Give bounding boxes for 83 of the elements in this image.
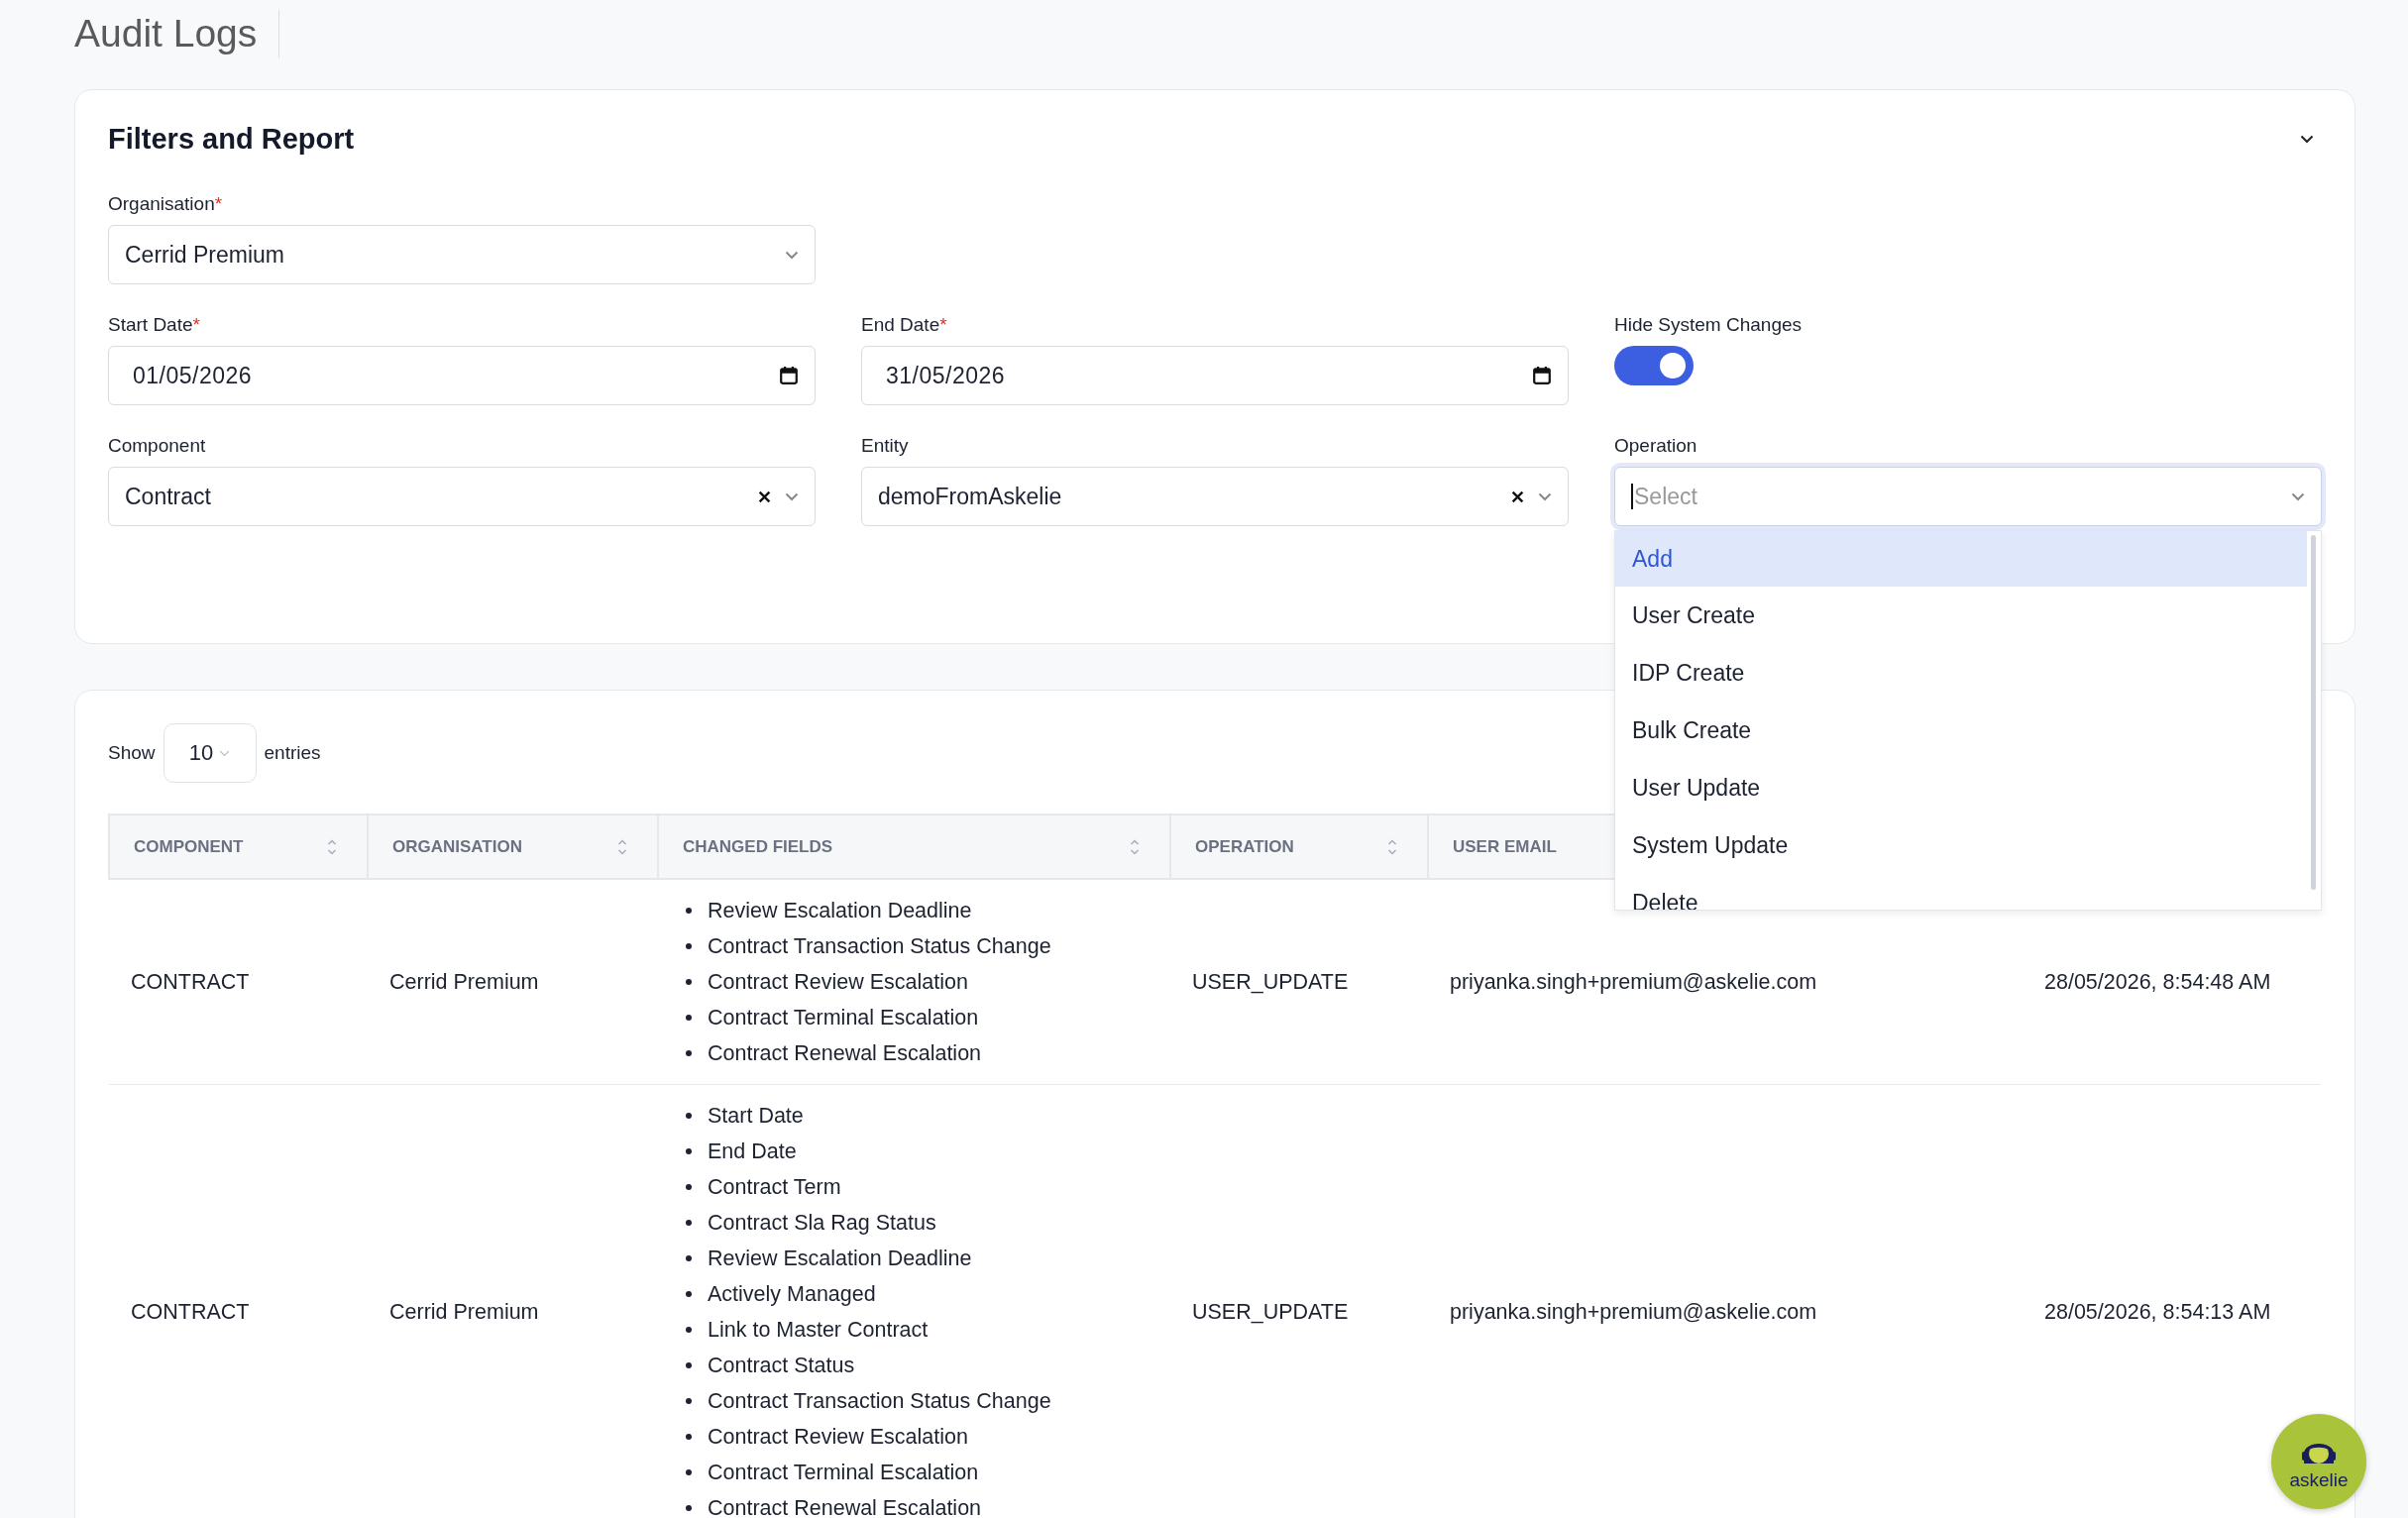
bullet-icon bbox=[686, 908, 692, 914]
calendar-icon[interactable] bbox=[779, 366, 799, 385]
table-cell: priyanka.singh+premium@askelie.com bbox=[1450, 969, 1817, 994]
column-header[interactable]: CHANGED FIELDS bbox=[658, 814, 1170, 879]
changed-field: Review Escalation Deadline bbox=[708, 1246, 972, 1271]
bullet-icon bbox=[686, 1015, 692, 1021]
changed-field: Contract Review Escalation bbox=[708, 969, 968, 995]
card-title: Filters and Report bbox=[108, 122, 355, 156]
changed-field: Link to Master Contract bbox=[708, 1317, 929, 1343]
changed-field: Review Escalation Deadline bbox=[708, 898, 972, 923]
changed-field: Contract Review Escalation bbox=[708, 1424, 968, 1450]
field-label: Start Date* bbox=[108, 314, 201, 337]
changed-field: Contract Renewal Escalation bbox=[708, 1040, 982, 1066]
changed-field: Contract Term bbox=[708, 1174, 841, 1200]
dropdown-option[interactable]: Add bbox=[1615, 531, 2307, 587]
field-label: Organisation* bbox=[108, 193, 224, 216]
chevron-icon bbox=[785, 250, 799, 260]
changed-field: End Date bbox=[708, 1138, 797, 1164]
changed-field: Contract Terminal Escalation bbox=[708, 1460, 979, 1485]
table-cell: 28/05/2026, 8:54:13 AM bbox=[2044, 1299, 2271, 1324]
entries-label: entries bbox=[264, 742, 321, 764]
chevron-icon bbox=[2291, 491, 2305, 501]
changed-field: Contract Sla Rag Status bbox=[708, 1210, 936, 1236]
column-header[interactable]: COMPONENT bbox=[109, 814, 368, 879]
bullet-icon bbox=[686, 1184, 692, 1190]
entries-select[interactable]: 10 bbox=[163, 723, 257, 783]
changed-field: Contract Renewal Escalation bbox=[708, 1495, 982, 1518]
chevron-icon bbox=[1538, 491, 1552, 501]
bullet-icon bbox=[686, 1255, 692, 1261]
dropdown-option[interactable]: Bulk Create bbox=[1615, 702, 2307, 759]
table-cell: Cerrid Premium bbox=[389, 969, 539, 994]
field-label: Operation bbox=[1614, 435, 1698, 458]
chevron-icon[interactable] bbox=[2300, 134, 2314, 144]
dropdown-option[interactable]: System Update bbox=[1615, 816, 2307, 874]
bullet-icon bbox=[686, 1050, 692, 1056]
dropdown-option[interactable]: IDP Create bbox=[1615, 644, 2307, 702]
changed-field: Contract Transaction Status Change bbox=[708, 933, 1051, 959]
chevron-icon bbox=[219, 749, 231, 757]
changed-field: Contract Status bbox=[708, 1353, 855, 1378]
table-cell: 28/05/2026, 8:54:48 AM bbox=[2044, 969, 2271, 994]
bullet-icon bbox=[686, 1291, 692, 1297]
clear-icon[interactable] bbox=[1511, 489, 1524, 503]
table-cell: CONTRACT bbox=[131, 1299, 250, 1324]
dropdown-option[interactable]: User Update bbox=[1615, 759, 2307, 816]
select-field[interactable]: Contract bbox=[108, 467, 816, 526]
date-field[interactable]: 01/05/2026 bbox=[108, 346, 816, 405]
table-cell: USER_UPDATE bbox=[1192, 969, 1349, 994]
bullet-icon bbox=[686, 1148, 692, 1154]
table-cell: Cerrid Premium bbox=[389, 1299, 539, 1324]
field-label: Component bbox=[108, 435, 207, 458]
bullet-icon bbox=[686, 1113, 692, 1119]
table-cell: CONTRACT bbox=[131, 969, 250, 994]
page-title: Audit Logs bbox=[74, 12, 258, 55]
dropdown-option[interactable]: User Create bbox=[1615, 587, 2307, 644]
bullet-icon bbox=[686, 1362, 692, 1368]
field-label: End Date* bbox=[861, 314, 948, 337]
table-cell: USER_UPDATE bbox=[1192, 1299, 1349, 1324]
changed-field: Start Date bbox=[708, 1103, 804, 1129]
bullet-icon bbox=[686, 1469, 692, 1475]
bullet-icon bbox=[686, 1505, 692, 1511]
date-field[interactable]: 31/05/2026 bbox=[861, 346, 1569, 405]
changed-field: Contract Transaction Status Change bbox=[708, 1388, 1051, 1414]
select-field[interactable]: Cerrid Premium bbox=[108, 225, 816, 284]
dropdown-option[interactable]: Delete bbox=[1615, 874, 2307, 910]
column-header[interactable]: OPERATION bbox=[1170, 814, 1428, 879]
bullet-icon bbox=[686, 979, 692, 985]
bullet-icon bbox=[686, 943, 692, 949]
changed-field: Actively Managed bbox=[708, 1281, 876, 1307]
show-label: Show bbox=[108, 742, 156, 764]
table-cell: priyanka.singh+premium@askelie.com bbox=[1450, 1299, 1817, 1324]
select-field[interactable]: demoFromAskelie bbox=[861, 467, 1569, 526]
column-header[interactable]: ORGANISATION bbox=[368, 814, 658, 879]
bullet-icon bbox=[686, 1220, 692, 1226]
bullet-icon bbox=[686, 1327, 692, 1333]
bullet-icon bbox=[686, 1398, 692, 1404]
changed-field: Contract Terminal Escalation bbox=[708, 1005, 979, 1030]
chevron-icon bbox=[785, 491, 799, 501]
field-label: Entity bbox=[861, 435, 910, 458]
calendar-icon[interactable] bbox=[1532, 366, 1552, 385]
field-label: Hide System Changes bbox=[1614, 314, 1804, 337]
clear-icon[interactable] bbox=[758, 489, 771, 503]
bullet-icon bbox=[686, 1434, 692, 1440]
toggle-switch[interactable] bbox=[1614, 346, 1694, 385]
